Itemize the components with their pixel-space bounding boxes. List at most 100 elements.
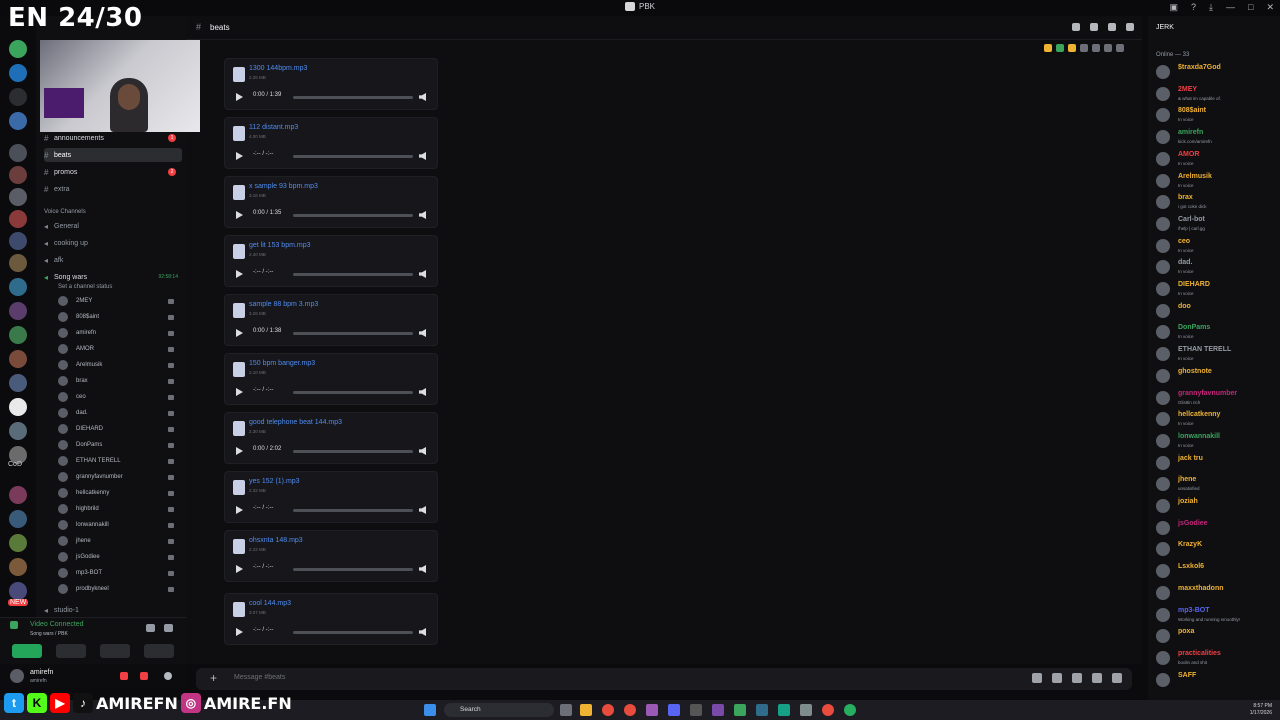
avatar[interactable]: [10, 669, 24, 683]
notification-bell-icon[interactable]: [1090, 23, 1098, 31]
audio-file-name[interactable]: 112 distant.mp3: [249, 124, 298, 131]
audio-progress-bar[interactable]: [293, 155, 413, 158]
member-item[interactable]: brax i got coke dick: [1154, 192, 1278, 212]
server-icon[interactable]: [9, 278, 27, 296]
play-icon[interactable]: [236, 447, 243, 455]
pin-icon[interactable]: [1108, 23, 1116, 31]
member-item[interactable]: lonwannakill In voice: [1154, 431, 1278, 451]
apps-icon[interactable]: [1112, 673, 1122, 683]
minimize-button[interactable]: —: [1226, 2, 1235, 13]
voice-user[interactable]: jhene: [58, 533, 182, 549]
audio-progress-bar[interactable]: [293, 631, 413, 634]
sticker-icon[interactable]: [1072, 673, 1082, 683]
play-icon[interactable]: [236, 565, 243, 573]
voice-channel-studio[interactable]: ◂ studio-1: [44, 603, 182, 617]
volume-icon[interactable]: [419, 93, 426, 101]
server-icon[interactable]: [9, 486, 27, 504]
message-composer[interactable]: + Message #beats: [196, 668, 1132, 690]
deafen-icon[interactable]: [140, 672, 148, 680]
voice-channel-song-wars[interactable]: ◂ Song wars 92:58:14: [44, 270, 182, 284]
voice-user[interactable]: dad.: [58, 405, 182, 421]
voice-user[interactable]: AMOR: [58, 341, 182, 357]
server-icon[interactable]: [9, 210, 27, 228]
download-icon[interactable]: ⤓: [1209, 2, 1213, 13]
server-icon[interactable]: [9, 188, 27, 206]
screen-share-button[interactable]: [56, 644, 86, 658]
audio-progress-bar[interactable]: [293, 391, 413, 394]
voice-user[interactable]: hellcatkenny: [58, 485, 182, 501]
member-item[interactable]: DonPams In voice: [1154, 322, 1278, 342]
volume-icon[interactable]: [419, 565, 426, 573]
server-icon[interactable]: [9, 534, 27, 552]
volume-icon[interactable]: [419, 506, 426, 514]
server-icon[interactable]: [9, 398, 27, 416]
server-icon[interactable]: [9, 350, 27, 368]
voice-channel-afk[interactable]: ◂ afk: [44, 253, 182, 267]
member-item[interactable]: jhene unsatisfied: [1154, 474, 1278, 494]
voice-user[interactable]: lonwannakill: [58, 517, 182, 533]
message-input[interactable]: Message #beats: [234, 674, 285, 681]
app-icon[interactable]: [822, 704, 834, 716]
audio-file-name[interactable]: ohsxnta 148.mp3: [249, 537, 303, 544]
voice-channel-general[interactable]: ◂ General: [44, 219, 182, 233]
channel-status-link[interactable]: Set a channel status: [58, 284, 112, 290]
member-item[interactable]: hellcatkenny In voice: [1154, 409, 1278, 429]
audio-progress-bar[interactable]: [293, 273, 413, 276]
disconnect-icon[interactable]: [164, 624, 173, 632]
member-item[interactable]: poxa: [1154, 626, 1278, 646]
audio-file-name[interactable]: sample 88 bpm 3.mp3: [249, 301, 318, 308]
app-icon[interactable]: [844, 704, 856, 716]
member-item[interactable]: Lsxkol6: [1154, 561, 1278, 581]
mute-icon[interactable]: [120, 672, 128, 680]
discord-icon[interactable]: [668, 704, 680, 716]
reaction-icon[interactable]: [1044, 44, 1052, 52]
voice-user[interactable]: 2MEY: [58, 293, 182, 309]
member-item[interactable]: grannyfavnumber Glisttin rich: [1154, 388, 1278, 408]
member-item[interactable]: ghostnote: [1154, 366, 1278, 386]
voice-user[interactable]: DonPams: [58, 437, 182, 453]
voice-user[interactable]: highbrild: [58, 501, 182, 517]
app-icon[interactable]: [712, 704, 724, 716]
member-item[interactable]: SAFF: [1154, 670, 1278, 690]
voice-user[interactable]: 808$aint: [58, 309, 182, 325]
member-item[interactable]: dad. In voice: [1154, 257, 1278, 277]
app-icon[interactable]: [646, 704, 658, 716]
camera-button[interactable]: [12, 644, 42, 658]
audio-file-name[interactable]: yes 152 (1).mp3: [249, 478, 300, 485]
server-icon[interactable]: [9, 254, 27, 272]
member-list-icon[interactable]: [1126, 23, 1134, 31]
server-icon[interactable]: [9, 112, 27, 130]
server-icon[interactable]: [9, 302, 27, 320]
voice-user[interactable]: jsGodiee: [58, 549, 182, 565]
emoji-icon[interactable]: [1092, 673, 1102, 683]
server-icon[interactable]: [9, 558, 27, 576]
server-icon[interactable]: [9, 166, 27, 184]
server-icon[interactable]: [9, 64, 27, 82]
inbox-icon[interactable]: ▣: [1170, 2, 1179, 13]
chrome-icon[interactable]: [602, 704, 614, 716]
maximize-button[interactable]: □: [1248, 2, 1253, 13]
volume-icon[interactable]: [419, 628, 426, 636]
member-item[interactable]: $traxda7God: [1154, 62, 1278, 82]
member-item[interactable]: ceo In voice: [1154, 236, 1278, 256]
member-item[interactable]: KrazyK: [1154, 539, 1278, 559]
voice-user[interactable]: ceo: [58, 389, 182, 405]
forward-icon[interactable]: [1104, 44, 1112, 52]
audio-progress-bar[interactable]: [293, 96, 413, 99]
voice-user[interactable]: mp3-BOT: [58, 565, 182, 581]
member-item[interactable]: jack tru: [1154, 453, 1278, 473]
voice-user[interactable]: brax: [58, 373, 182, 389]
server-label[interactable]: CoD: [8, 461, 22, 468]
server-icon[interactable]: [9, 88, 27, 106]
audio-progress-bar[interactable]: [293, 450, 413, 453]
server-icon[interactable]: [9, 374, 27, 392]
taskbar-search[interactable]: Search: [444, 703, 554, 717]
audio-progress-bar[interactable]: [293, 568, 413, 571]
member-item[interactable]: ETHAN TERELL In voice: [1154, 344, 1278, 364]
audio-file-name[interactable]: cool 144.mp3: [249, 600, 291, 607]
task-view-icon[interactable]: [560, 704, 572, 716]
member-item[interactable]: practicalities boolin and shit: [1154, 648, 1278, 668]
browser-icon[interactable]: [624, 704, 636, 716]
app-icon[interactable]: [690, 704, 702, 716]
channel-beats[interactable]: # beats: [44, 148, 182, 162]
